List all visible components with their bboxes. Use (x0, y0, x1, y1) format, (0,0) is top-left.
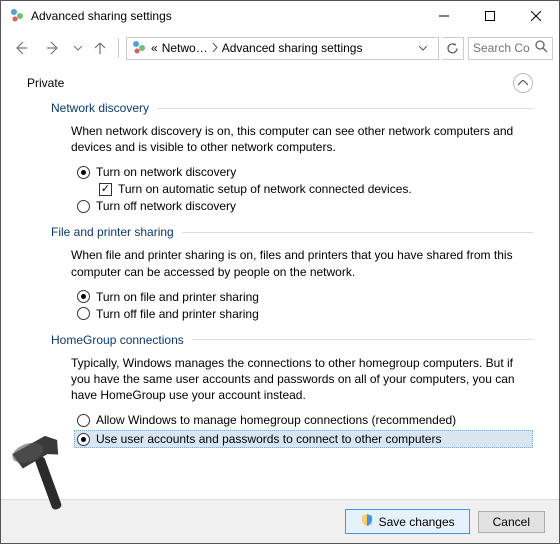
app-icon-small (131, 39, 147, 58)
footer: Save changes Cancel (1, 499, 559, 543)
group-title: HomeGroup connections (51, 333, 184, 347)
profile-header: Private (27, 73, 533, 93)
radio-icon (77, 307, 90, 320)
homegroup-options: Allow Windows to manage homegroup connec… (77, 413, 533, 448)
file-printer-options: Turn on file and printer sharing Turn of… (77, 290, 533, 321)
checkbox-label: Turn on automatic setup of network conne… (118, 182, 412, 196)
breadcrumb-prefix: « (151, 41, 158, 55)
refresh-button[interactable] (442, 37, 464, 60)
content-area: Private Network discovery When network d… (1, 65, 559, 499)
search-icon (535, 40, 548, 56)
back-button[interactable] (7, 34, 35, 62)
radio-fp-off[interactable]: Turn off file and printer sharing (77, 307, 533, 321)
radio-nd-off[interactable]: Turn off network discovery (77, 199, 533, 213)
radio-icon (77, 290, 90, 303)
checkbox-icon (99, 183, 112, 196)
group-desc: When network discovery is on, this compu… (71, 123, 533, 155)
group-homegroup: HomeGroup connections Typically, Windows… (51, 333, 533, 449)
window-controls (421, 1, 559, 31)
collapse-button[interactable] (513, 73, 533, 93)
breadcrumb-chevron-icon (212, 41, 218, 55)
radio-label: Allow Windows to manage homegroup connec… (96, 413, 456, 427)
radio-label: Turn on network discovery (96, 165, 236, 179)
save-changes-button[interactable]: Save changes (345, 509, 470, 534)
group-desc: When file and printer sharing is on, fil… (71, 247, 533, 279)
network-discovery-options: Turn on network discovery Turn on automa… (77, 165, 533, 213)
shield-icon (360, 513, 374, 530)
radio-label: Turn off network discovery (96, 199, 236, 213)
divider (192, 339, 533, 340)
radio-label: Turn on file and printer sharing (96, 290, 259, 304)
button-label: Cancel (493, 515, 530, 529)
button-label: Save changes (379, 515, 455, 529)
radio-hg-user[interactable]: Use user accounts and passwords to conne… (74, 430, 533, 448)
checkbox-auto-setup[interactable]: Turn on automatic setup of network conne… (99, 182, 533, 196)
maximize-button[interactable] (467, 1, 513, 31)
nav-separator (118, 38, 119, 58)
group-title-row: HomeGroup connections (51, 333, 533, 347)
breadcrumb-item-network[interactable]: Netwo… (162, 41, 208, 55)
minimize-button[interactable] (421, 1, 467, 31)
radio-icon (77, 433, 90, 446)
breadcrumb-item-advanced-sharing[interactable]: Advanced sharing settings (222, 41, 363, 55)
radio-icon (77, 166, 90, 179)
radio-icon (77, 414, 90, 427)
cancel-button[interactable]: Cancel (478, 511, 545, 533)
divider (182, 232, 533, 233)
recent-dropdown[interactable] (71, 34, 85, 62)
group-title-row: File and printer sharing (51, 225, 533, 239)
radio-label: Use user accounts and passwords to conne… (96, 432, 442, 446)
address-dropdown[interactable] (412, 46, 434, 51)
radio-label: Turn off file and printer sharing (96, 307, 259, 321)
search-box[interactable] (468, 37, 553, 60)
app-icon (9, 7, 25, 26)
address-bar[interactable]: « Netwo… Advanced sharing settings (126, 37, 439, 60)
group-network-discovery: Network discovery When network discovery… (51, 101, 533, 213)
nav-row: « Netwo… Advanced sharing settings (1, 31, 559, 65)
radio-icon (77, 200, 90, 213)
divider (157, 108, 533, 109)
group-title: Network discovery (51, 101, 149, 115)
window-title: Advanced sharing settings (31, 9, 421, 23)
group-title-row: Network discovery (51, 101, 533, 115)
up-button[interactable] (89, 34, 111, 62)
close-button[interactable] (513, 1, 559, 31)
group-desc: Typically, Windows manages the connectio… (71, 355, 533, 404)
forward-button[interactable] (39, 34, 67, 62)
profile-label: Private (27, 76, 64, 90)
titlebar: Advanced sharing settings (1, 1, 559, 31)
radio-nd-on[interactable]: Turn on network discovery (77, 165, 533, 179)
radio-fp-on[interactable]: Turn on file and printer sharing (77, 290, 533, 304)
radio-hg-allow[interactable]: Allow Windows to manage homegroup connec… (77, 413, 533, 427)
group-file-printer: File and printer sharing When file and p… (51, 225, 533, 320)
search-input[interactable] (473, 41, 531, 55)
group-title: File and printer sharing (51, 225, 174, 239)
